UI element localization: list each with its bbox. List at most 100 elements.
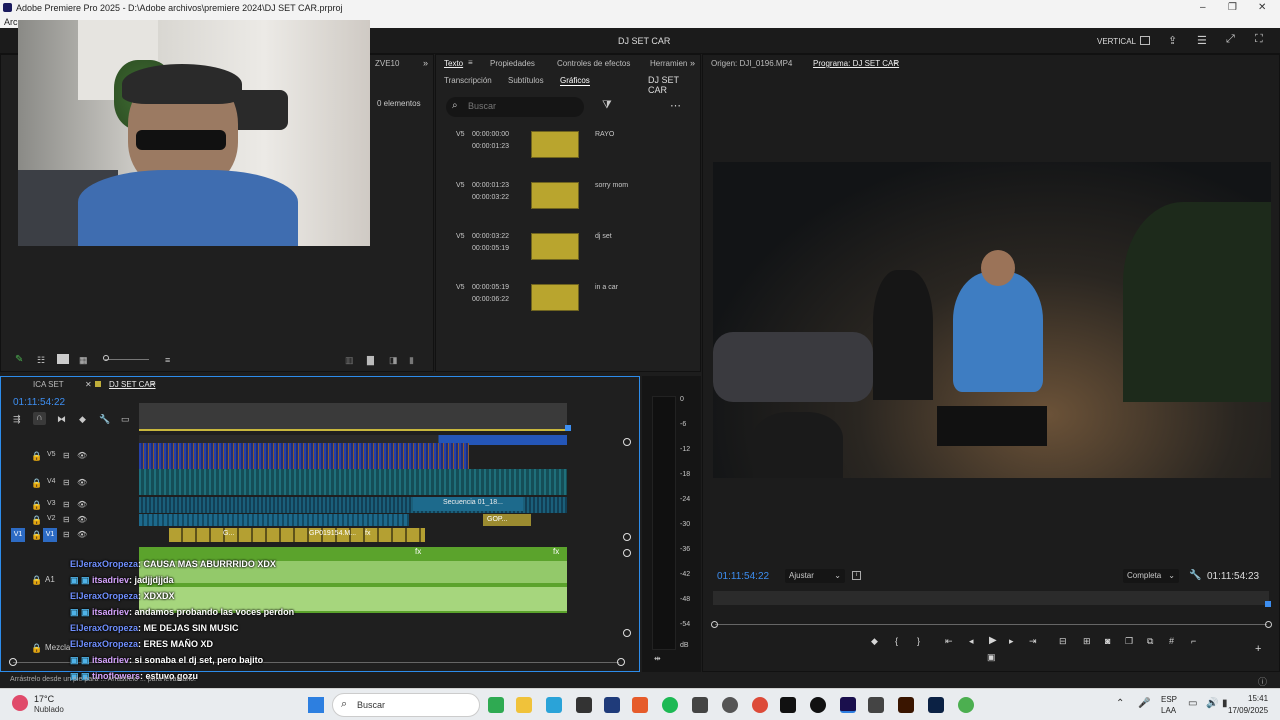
sync-lock-icon[interactable]: ⊟ (63, 451, 70, 460)
list-item[interactable]: V5 00:00:03:22 00:00:05:19 dj set (436, 231, 702, 267)
new-item-icon[interactable]: ◨ (389, 355, 398, 366)
eye-icon[interactable]: 👁 (77, 478, 87, 487)
freeform-view-icon[interactable]: ▦ (79, 355, 88, 366)
file-explorer-icon[interactable] (516, 697, 532, 713)
battery-icon[interactable]: ▮ (1222, 698, 1228, 709)
extract-icon[interactable]: ⊞ (1083, 636, 1091, 647)
tab-source[interactable]: Origen: DJI_0196.MP4 (711, 59, 792, 68)
mark-out-icon[interactable]: } (917, 636, 920, 646)
lock-icon[interactable]: 🔒 (31, 643, 42, 654)
settings-info-icon[interactable]: i (852, 571, 861, 580)
timeline-timecode[interactable]: 01:11:54:22 (13, 397, 65, 408)
tab-menu-icon[interactable]: ≡ (151, 379, 156, 388)
tab-texto[interactable]: Texto (444, 59, 463, 68)
source-patch-v1[interactable]: V1 (11, 528, 25, 542)
lift-icon[interactable]: ⊟ (1059, 636, 1067, 647)
list-item[interactable]: V5 00:00:05:19 00:00:06:22 in a car (436, 282, 702, 318)
microphone-icon[interactable]: 🎤 (1138, 698, 1150, 709)
zoom-slider-handle[interactable] (103, 355, 109, 361)
tab-herramientas[interactable]: Herramien (650, 59, 687, 68)
weather-temp[interactable]: 17°C (34, 694, 54, 704)
camera-icon[interactable]: ◙ (1105, 636, 1110, 646)
automate-icon[interactable]: ▥ (345, 355, 354, 366)
clip-v1[interactable]: G... GP019154.M... fx (169, 528, 425, 542)
chevron-up-icon[interactable]: ⌃ (1116, 698, 1124, 709)
wrench-icon[interactable]: 🔧 (99, 414, 110, 425)
chrome-icon[interactable] (752, 697, 768, 713)
timeline-playhead[interactable] (565, 425, 571, 431)
go-to-out-icon[interactable]: ⇥ (1029, 636, 1037, 647)
weather-icon[interactable] (12, 695, 28, 711)
tab-propiedades[interactable]: Propiedades (490, 59, 535, 68)
linked-selection-icon[interactable]: ⧓ (57, 414, 66, 425)
tab-project[interactable]: ZVE10 (375, 59, 399, 68)
layout-icon[interactable] (1140, 36, 1150, 45)
scrollbar-handle-right[interactable] (617, 658, 625, 666)
zoom-bar-handle-left[interactable] (711, 621, 718, 628)
network-icon[interactable]: ▭ (1188, 698, 1197, 709)
clip-gop[interactable]: GOP... (483, 514, 531, 526)
tab-program[interactable]: Programa: DJ SET CAR (813, 59, 899, 68)
filter-icon[interactable]: ⧩ (602, 99, 612, 112)
workspace-label[interactable]: VERTICAL (1097, 37, 1136, 46)
program-playhead[interactable] (1265, 601, 1271, 607)
meter-solo-icon[interactable]: ⇹ (654, 654, 661, 663)
spotify-icon[interactable] (662, 697, 678, 713)
language-code[interactable]: ESP (1161, 695, 1177, 704)
safe-margins-icon[interactable]: # (1169, 636, 1174, 646)
lock-icon[interactable]: 🔒 (31, 575, 42, 586)
clip-v4[interactable] (139, 469, 567, 495)
share-icon[interactable]: ⇪ (1168, 34, 1177, 47)
vr-icon[interactable]: ⌐ (1191, 636, 1196, 646)
wrench-icon[interactable]: 🔧 (1189, 570, 1201, 581)
track-label-a1[interactable]: A1 (45, 575, 55, 584)
insert-nest-icon[interactable]: ⇶ (13, 414, 21, 425)
lock-icon[interactable]: 🔒 (31, 478, 42, 489)
sync-lock-icon[interactable]: ⊟ (63, 515, 70, 524)
zoom-icon[interactable]: ⤢ (1226, 33, 1235, 46)
zoom-slider[interactable] (105, 359, 149, 360)
tab-menu-icon[interactable]: ≡ (893, 58, 898, 67)
compare-icon[interactable]: ❐ (1125, 636, 1133, 647)
quality-select[interactable]: Completa ⌄ (1123, 569, 1179, 583)
subtab-subtitulos[interactable]: Subtítulos (508, 76, 544, 85)
lock-icon[interactable]: 🔒 (31, 515, 42, 526)
add-marker-icon[interactable]: ◆ (79, 414, 86, 425)
subtab-graficos[interactable]: Gráficos (560, 76, 590, 86)
minimize-button[interactable]: – (1200, 2, 1206, 13)
scrollbar-handle-left[interactable] (9, 658, 17, 666)
tiktok-icon[interactable] (780, 697, 796, 713)
chrome-profile-icon[interactable] (958, 697, 974, 713)
more-options-icon[interactable]: ⋯ (670, 99, 681, 112)
subtab-transcripcion[interactable]: Transcripción (444, 76, 492, 85)
trim-icon[interactable]: ⧉ (1147, 636, 1153, 647)
snap-icon[interactable]: ∩ (33, 412, 46, 425)
eye-icon[interactable]: 👁 (77, 515, 87, 524)
track-label-v1[interactable]: V1 (43, 528, 57, 542)
work-area-bar[interactable] (139, 429, 567, 431)
notion-icon[interactable] (576, 697, 592, 713)
captions-icon[interactable]: ▭ (121, 414, 130, 425)
track-label-v2[interactable]: V2 (47, 515, 56, 522)
lock-icon[interactable]: 🔒 (31, 500, 42, 511)
add-marker-icon[interactable]: ◆ (871, 636, 878, 647)
sort-icon[interactable]: ≡ (165, 355, 170, 365)
list-view-icon[interactable]: ☷ (37, 355, 45, 366)
play-icon[interactable]: ▶ (989, 635, 997, 646)
clip-v2[interactable] (139, 514, 409, 526)
new-bin-icon[interactable]: ▇ (367, 355, 374, 366)
tab-menu-icon[interactable]: ≡ (468, 58, 473, 67)
tab-ica-set[interactable]: ICA SET (33, 380, 64, 389)
premiere-taskbar-icon[interactable] (840, 697, 856, 713)
more-tabs-icon[interactable]: » (690, 58, 695, 68)
close-tab-icon[interactable]: ✕ (85, 380, 92, 389)
chatgpt-icon[interactable] (810, 697, 826, 713)
step-back-icon[interactable]: ◂ (969, 636, 974, 647)
scroll-handle[interactable] (623, 629, 631, 637)
more-tabs-icon[interactable]: » (423, 58, 428, 68)
illustrator-icon[interactable] (898, 697, 914, 713)
zoom-bar-handle-right[interactable] (1265, 621, 1272, 628)
telegram-icon[interactable] (546, 697, 562, 713)
search-input[interactable]: ⌕ Buscar (446, 97, 584, 117)
trash-icon[interactable]: ▮ (409, 355, 414, 366)
